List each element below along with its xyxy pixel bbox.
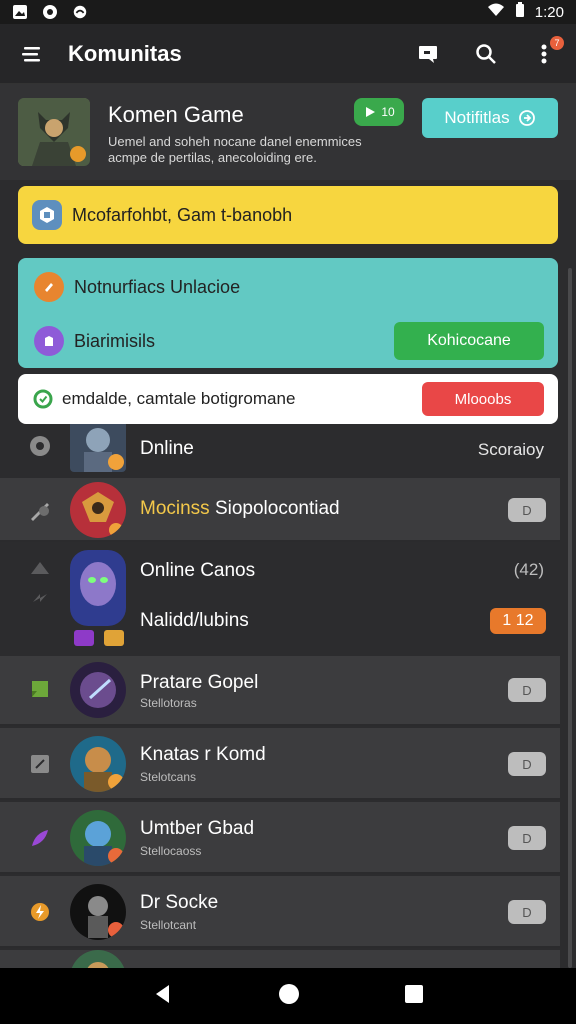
cloud-icon bbox=[72, 4, 88, 20]
avatar bbox=[70, 810, 126, 866]
sync-icon bbox=[32, 388, 54, 410]
community-list: Dnline Scoraioy Mocinss Siopolocontiad D bbox=[0, 424, 576, 969]
list-item[interactable]: Mocinss Siopolocontiad D bbox=[0, 478, 560, 542]
members-row-label: Biarimisils bbox=[74, 330, 155, 351]
live-count: 10 bbox=[381, 105, 395, 119]
list-item[interactable]: Online Canos (42) Nalidd/lubins 1 12 bbox=[0, 544, 560, 654]
list-item-name: Umtber Gbad bbox=[140, 818, 255, 839]
game-title: Komen Game bbox=[108, 102, 244, 127]
announcement-banner[interactable]: Mcofarfohbt, Gam t-banobh bbox=[18, 186, 558, 244]
app-bar: Komunitas 7 bbox=[0, 24, 576, 84]
search-icon[interactable] bbox=[472, 40, 500, 68]
list-item-sub: Stellotcant bbox=[140, 918, 197, 932]
count-badge: D bbox=[508, 678, 546, 702]
count-badge: D bbox=[508, 498, 546, 522]
game-thumbnail[interactable] bbox=[18, 98, 90, 166]
notifications-button[interactable]: Notifitlas bbox=[422, 98, 558, 138]
avatar bbox=[70, 736, 126, 792]
avatar bbox=[70, 550, 126, 626]
play-icon bbox=[366, 107, 376, 117]
list-item-subtitle: Nalidd/lubins bbox=[140, 610, 249, 631]
name-highlight: Mocinss bbox=[140, 498, 210, 519]
arrows-icon bbox=[26, 584, 54, 612]
cube-icon bbox=[32, 200, 62, 230]
chat-icon[interactable] bbox=[414, 40, 442, 68]
list-item[interactable] bbox=[0, 950, 560, 969]
messages-button[interactable]: Mlooobs bbox=[422, 382, 544, 416]
more-options-icon[interactable]: 7 bbox=[530, 35, 564, 68]
list-item-name: Knatas r Komd bbox=[140, 744, 266, 765]
notifications-row[interactable]: Notnurfiacs Unlacioe bbox=[34, 272, 240, 302]
tag-icon bbox=[74, 630, 94, 646]
list-item-name: Pratare Gopel bbox=[140, 672, 259, 693]
list-item[interactable]: Pratare Gopel Stellotoras D bbox=[0, 656, 560, 726]
live-badge[interactable]: 10 bbox=[354, 98, 404, 126]
join-button[interactable]: Kohicocane bbox=[394, 322, 544, 360]
edit-icon bbox=[26, 750, 54, 778]
count-badge: D bbox=[508, 752, 546, 776]
bolt-icon bbox=[26, 898, 54, 926]
list-item-status: Scoraioy bbox=[477, 440, 544, 459]
compass-icon bbox=[42, 4, 58, 20]
avatar bbox=[70, 662, 126, 718]
game-description: Uemel and soheh nocane danel enemmices a… bbox=[108, 134, 362, 165]
game-header-card: Komen Game Uemel and soheh nocane danel … bbox=[0, 84, 576, 180]
avatar bbox=[70, 482, 126, 538]
home-icon[interactable] bbox=[278, 983, 300, 1010]
sword-icon bbox=[26, 496, 54, 524]
list-item-sub: Stelotcans bbox=[140, 770, 197, 784]
count-badge: D bbox=[508, 900, 546, 924]
back-icon[interactable] bbox=[152, 983, 174, 1010]
recents-icon[interactable] bbox=[404, 984, 424, 1009]
alert-icon bbox=[34, 272, 64, 302]
announcement-text: Mcofarfohbt, Gam t-banobh bbox=[72, 204, 293, 225]
triangle-icon bbox=[26, 554, 54, 582]
list-item-name: Dr Socke bbox=[140, 892, 219, 913]
list-item-sub: Stellocaoss bbox=[140, 844, 202, 858]
avatar bbox=[70, 950, 126, 969]
settings-icon[interactable] bbox=[26, 432, 54, 460]
system-nav-bar bbox=[0, 968, 576, 1024]
list-item[interactable]: Dr Socke Stellotcant D bbox=[0, 876, 560, 948]
unread-badge: 1 12 bbox=[490, 608, 546, 634]
members-row[interactable]: Biarimisils bbox=[34, 326, 155, 356]
page-title: Komunitas bbox=[68, 40, 182, 66]
avatar bbox=[70, 424, 126, 472]
status-bar: 1:20 bbox=[0, 0, 576, 24]
notifications-panel: Notnurfiacs Unlacioe Biarimisils Kohicoc… bbox=[18, 258, 558, 368]
list-item-name: Online Canos bbox=[140, 560, 256, 581]
battery-icon bbox=[515, 2, 525, 22]
list-item[interactable]: Umtber Gbad Stellocaoss D bbox=[0, 802, 560, 874]
banner-text: emdalde, camtale botigromane bbox=[62, 389, 296, 408]
notifications-row-label: Notnurfiacs Unlacioe bbox=[74, 276, 241, 297]
list-item-name: Mocinss Siopolocontiad bbox=[140, 498, 340, 520]
notification-badge: 7 bbox=[550, 35, 564, 50]
name-rest: Siopolocontiad bbox=[209, 498, 340, 519]
wifi-icon bbox=[487, 3, 505, 21]
member-count: (42) bbox=[513, 560, 544, 579]
flag-icon bbox=[26, 676, 54, 704]
feather-icon bbox=[26, 824, 54, 852]
tag-icon bbox=[104, 630, 124, 646]
list-item-name: Dnline bbox=[140, 438, 194, 459]
clock-text: 1:20 bbox=[534, 3, 564, 21]
count-badge: D bbox=[508, 826, 546, 850]
share-icon bbox=[518, 110, 535, 126]
members-icon bbox=[34, 326, 64, 356]
avatar bbox=[70, 884, 126, 940]
notifications-button-label: Notifitlas bbox=[444, 108, 510, 127]
menu-icon[interactable] bbox=[18, 40, 46, 68]
list-item[interactable]: Dnline Scoraioy bbox=[0, 424, 560, 476]
search-bar-banner[interactable]: emdalde, camtale botigromane Mlooobs bbox=[18, 374, 558, 424]
list-item[interactable]: Knatas r Komd Stelotcans D bbox=[0, 728, 560, 800]
list-item-sub: Stellotoras bbox=[140, 696, 197, 710]
gallery-icon bbox=[12, 4, 28, 20]
